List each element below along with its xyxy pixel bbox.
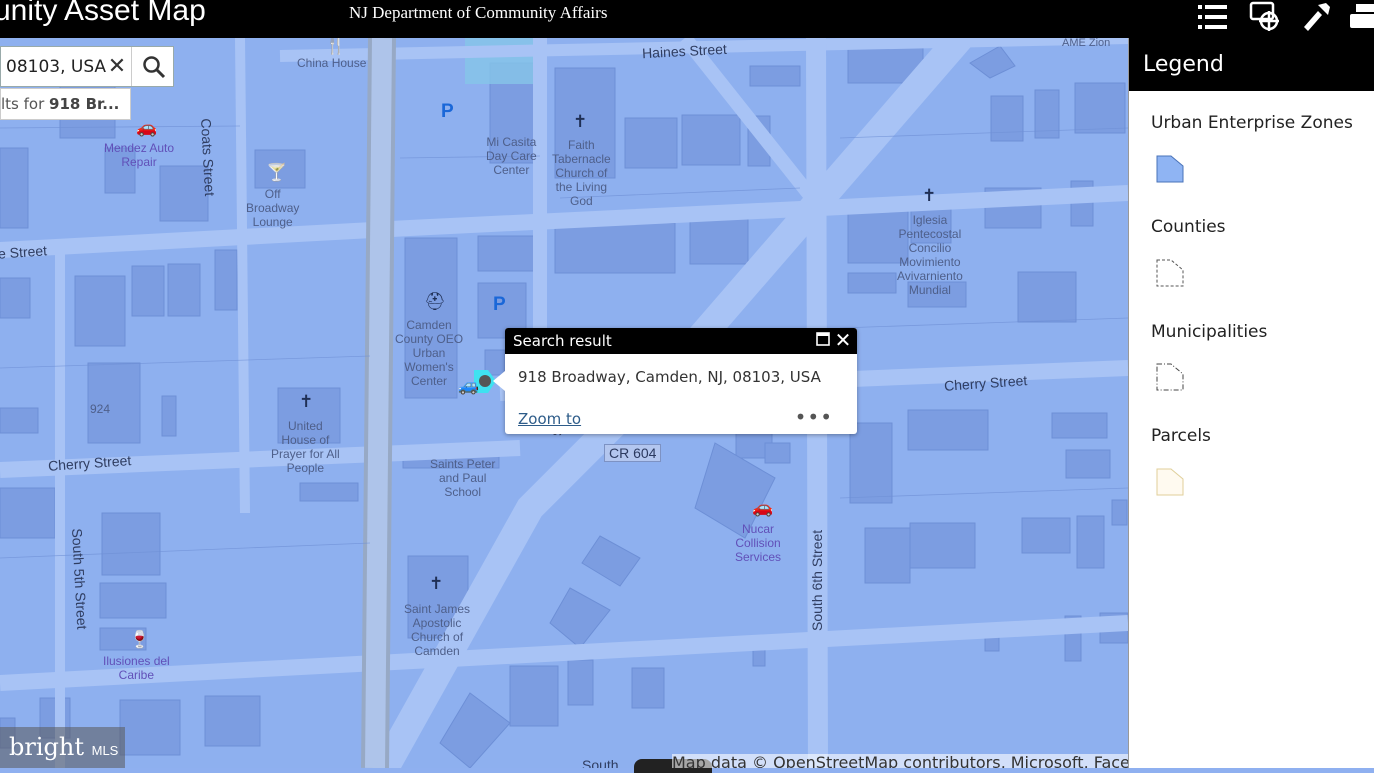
poi-saint-james: Saint James Apostolic Church of Camden — [404, 602, 471, 658]
more-options-icon[interactable]: ••• — [795, 407, 833, 427]
watermark-logo: bright MLS — [0, 727, 125, 768]
street-label-coats: Coats Street — [198, 117, 219, 197]
popup-title: Search result — [513, 332, 612, 350]
poi-mi-casita: Mi Casita Day Care Center — [486, 135, 537, 177]
cocktail-icon: 🍸 — [266, 163, 288, 183]
watermark-suffix: MLS — [91, 743, 119, 758]
search-icon — [142, 55, 165, 78]
car-repair-icon-2: 🚗 — [752, 498, 774, 518]
poi-off-broadway: Off Broadway Lounge — [246, 187, 300, 229]
poi-ilusiones: Ilusiones del Caribe — [103, 654, 170, 682]
search-widget: ✕ — [0, 46, 174, 87]
route-shield: CR 604 — [604, 444, 662, 462]
app-subtitle: NJ Department of Community Affairs — [349, 3, 608, 22]
legend-layer-counties: Counties — [1151, 217, 1226, 237]
legend-layer-uez: Urban Enterprise Zones — [1151, 113, 1353, 133]
app-title: unity Asset Map — [0, 0, 206, 27]
poi-nucar: Nucar Collision Services — [735, 522, 782, 564]
poi-mendez: Mendez Auto Repair — [104, 141, 175, 169]
poi-united-house: United House of Prayer for All People — [271, 419, 340, 475]
church-icon-4: ✝ — [429, 574, 444, 594]
parking-icon: P — [441, 101, 454, 122]
popup-pointer — [493, 371, 505, 391]
legend-layer-parcels: Parcels — [1151, 426, 1211, 446]
legend-title: Legend — [1129, 38, 1374, 91]
church-icon-2: ✝ — [922, 186, 937, 206]
suggestion-bold: 918 Br... — [49, 95, 120, 113]
street-label-left: e Street — [0, 242, 48, 262]
list-icon[interactable] — [1193, 0, 1233, 34]
parking-icon-2: P — [493, 294, 506, 315]
popup-header: Search result ✕ — [505, 328, 857, 354]
poi-iglesia: Iglesia Pentecostal Concilio Movimiento … — [897, 213, 963, 297]
watermark-main: bright — [9, 733, 84, 761]
uez-polygon-icon — [1156, 155, 1184, 183]
search-result-popup: Search result ✕ 918 Broadway, Camden, NJ… — [493, 328, 857, 434]
search-input[interactable] — [1, 47, 110, 86]
printer-icon[interactable] — [1345, 0, 1374, 34]
top-bar: unity Asset Map NJ Department of Communi… — [0, 0, 1374, 38]
municipalities-polygon-icon — [1156, 363, 1184, 391]
community-center-icon: ⛑ — [424, 292, 446, 312]
close-icon[interactable]: ✕ — [833, 330, 853, 350]
zoom-to-link[interactable]: Zoom to — [518, 410, 581, 428]
legend-panel: Legend Urban Enterprise Zones Counties M… — [1128, 38, 1374, 768]
car-repair-icon: 🚗 — [136, 118, 158, 138]
search-suggestion[interactable]: lts for 918 Br... — [0, 88, 131, 120]
parcels-polygon-icon — [1156, 468, 1184, 496]
street-label-south6: South 6th Street — [809, 529, 825, 631]
poi-camden-oeo: Camden County OEO Urban Women's Center — [395, 318, 464, 388]
street-label-haines: Haines Street — [641, 40, 728, 62]
close-icon[interactable]: ✕ — [105, 55, 129, 79]
maximize-icon[interactable] — [816, 332, 830, 346]
wine-icon: 🍷 — [129, 630, 151, 650]
poi-faith: Faith Tabernacle Church of the Living Go… — [552, 138, 611, 208]
tools-icon[interactable] — [1296, 0, 1336, 34]
search-button[interactable] — [131, 47, 175, 86]
restaurant-icon: 🍴 — [325, 38, 347, 56]
poi-saints-peter: Saints Peter and Paul School — [430, 457, 496, 499]
legend-layer-municipalities: Municipalities — [1151, 322, 1268, 342]
suggestion-prefix: lts for — [1, 95, 50, 113]
street-label-south-bottom: South — [582, 757, 619, 768]
poi-china-house: China House — [297, 56, 367, 70]
car-icon: 🚙 — [458, 376, 480, 396]
church-icon-3: ✝ — [299, 392, 314, 412]
popup-address: 918 Broadway, Camden, NJ, 08103, USA — [518, 368, 821, 386]
map-attribution: Map data © OpenStreetMap contributors, M… — [672, 754, 1128, 768]
print-gear-icon[interactable] — [1245, 0, 1285, 34]
church-icon: ✝ — [573, 112, 588, 132]
poi-ame-zion: AME Zion — [1062, 38, 1111, 49]
counties-polygon-icon — [1156, 259, 1184, 287]
address-number: 924 — [90, 402, 111, 416]
